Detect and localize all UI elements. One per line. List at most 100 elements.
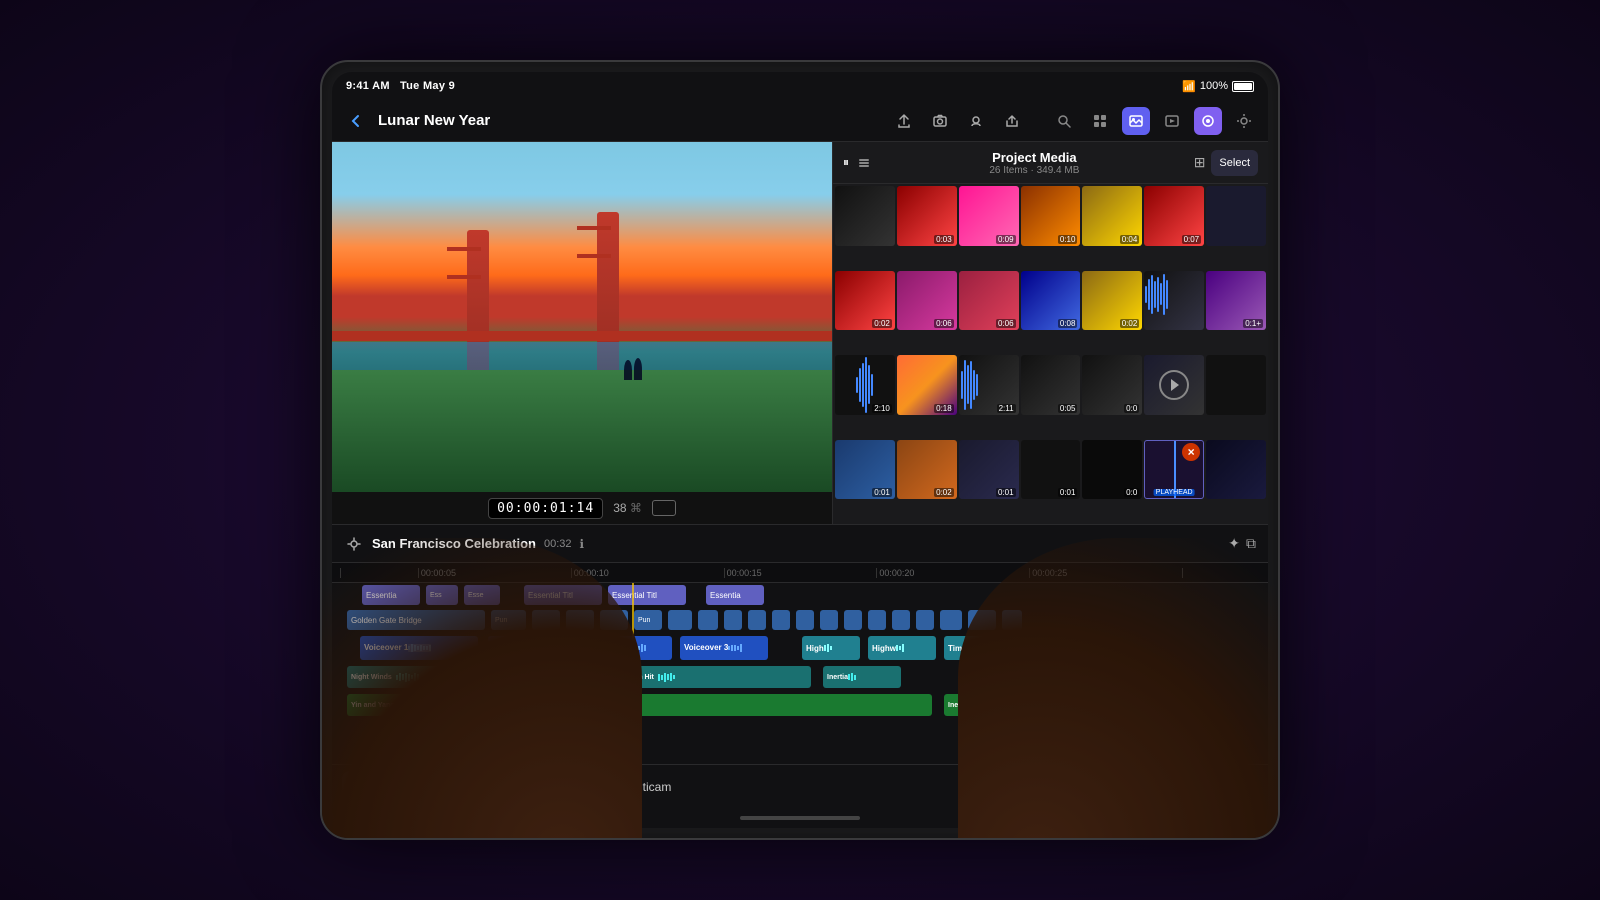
camera-button[interactable] — [926, 107, 954, 135]
media-thumb[interactable]: 0:01 — [1021, 440, 1081, 500]
ruler-mark: 00:00:20 — [876, 568, 1029, 578]
home-bar[interactable] — [740, 816, 860, 820]
media-thumb[interactable]: 0:0 — [1082, 355, 1142, 415]
media-thumb[interactable]: 0:01 — [835, 440, 895, 500]
photos-button[interactable] — [1122, 107, 1150, 135]
video-clip[interactable] — [892, 610, 910, 630]
title-clip[interactable]: Esse — [464, 585, 500, 605]
voiceover-clip[interactable]: Voiceover 3 — [680, 636, 768, 660]
volume-tab[interactable]: ◎ Volume — [424, 771, 508, 803]
grid-button[interactable] — [1086, 107, 1114, 135]
video-clip[interactable] — [724, 610, 742, 630]
media-thumb[interactable]: 0:08 — [1021, 271, 1081, 331]
media-thumb[interactable]: 0:0 — [1082, 440, 1142, 500]
video-clip[interactable] — [600, 610, 628, 630]
voiceover-button[interactable] — [962, 107, 990, 135]
audio-clip[interactable]: High — [802, 636, 860, 660]
export-button[interactable] — [998, 107, 1026, 135]
video-clip[interactable] — [916, 610, 934, 630]
media-thumb[interactable]: 0:03 — [897, 186, 957, 246]
audio-clip[interactable]: Time Piece — [944, 636, 1062, 660]
grid-view-button[interactable]: ⊞ — [1194, 154, 1206, 171]
media-thumb[interactable]: 2:11 — [959, 355, 1019, 415]
magic-movie-button[interactable]: ✦ — [1228, 535, 1240, 552]
video-clip[interactable] — [968, 610, 996, 630]
video-clip[interactable] — [844, 610, 862, 630]
media-thumb[interactable]: 0:02 — [897, 440, 957, 500]
video-clip[interactable] — [868, 610, 886, 630]
voiceover-clip[interactable]: Voiceover 1 — [360, 636, 478, 660]
delete-button[interactable] — [1232, 774, 1258, 800]
timeline-overflow-button[interactable]: ⧉ — [1246, 535, 1256, 552]
add-marker-button[interactable] — [1096, 774, 1122, 800]
settings-button[interactable] — [1230, 107, 1258, 135]
undo-button[interactable] — [1130, 774, 1156, 800]
sfx-clip[interactable]: Night Winds — [347, 666, 599, 688]
inspect-tab[interactable]: ☰ Inspect — [342, 771, 424, 803]
sfx-clip[interactable]: Whoosh Hit — [611, 666, 811, 688]
video-clip[interactable] — [772, 610, 790, 630]
multicam-tab[interactable]: ⊞ Multicam — [594, 771, 685, 803]
title-clip[interactable]: Essential Titl — [608, 585, 686, 605]
video-clip[interactable] — [940, 610, 962, 630]
media-thumb[interactable] — [835, 186, 895, 246]
media-thumb[interactable]: 0:1+ — [1206, 271, 1266, 331]
media-thumb[interactable]: 2:10 — [835, 355, 895, 415]
zoom-control[interactable] — [652, 500, 676, 516]
animate-tab[interactable]: ◈ Animate — [508, 771, 594, 803]
select-button[interactable]: Select — [1211, 150, 1258, 176]
media-thumb[interactable] — [1144, 271, 1204, 331]
animate-label: Animate — [536, 780, 580, 794]
video-clip[interactable]: Pun — [491, 610, 526, 630]
sfx-clip[interactable]: Inertia — [823, 666, 901, 688]
search-button[interactable] — [1050, 107, 1078, 135]
video-clip[interactable] — [748, 610, 766, 630]
media-thumb[interactable] — [1206, 440, 1266, 500]
timeline-area: San Francisco Celebration 00:32 ℹ ✦ ⧉ 00… — [332, 524, 1268, 764]
media-thumb-playhead[interactable]: PLAYHEAD × — [1144, 440, 1204, 500]
voiceover-clip[interactable]: Voiceover 2 — [584, 636, 672, 660]
media-thumb[interactable]: 0:09 — [959, 186, 1019, 246]
media-button[interactable] — [1158, 107, 1186, 135]
video-clip[interactable] — [1002, 610, 1022, 630]
video-clip[interactable] — [532, 610, 560, 630]
title-clip[interactable]: Essentia — [362, 585, 420, 605]
split-button[interactable] — [1164, 774, 1190, 800]
media-thumb[interactable] — [1206, 186, 1266, 246]
title-track: Essentia Ess Esse Essential Titl Essenti… — [332, 583, 1268, 607]
title-clip[interactable]: Essentia — [706, 585, 764, 605]
media-thumb[interactable]: 0:02 — [1082, 271, 1142, 331]
media-thumb[interactable]: 0:06 — [897, 271, 957, 331]
audio-clip[interactable]: Highw — [868, 636, 936, 660]
back-button[interactable] — [342, 107, 370, 135]
share-button[interactable] — [890, 107, 918, 135]
media-thumb[interactable]: 0:05 — [1021, 355, 1081, 415]
media-thumb[interactable]: 0:02 — [835, 271, 895, 331]
pause-button[interactable]: ⏸ — [843, 155, 849, 170]
title-clip[interactable]: Essential Titl — [524, 585, 602, 605]
video-clip[interactable]: Pun — [634, 610, 662, 630]
music-clip[interactable]: Inertia — [944, 694, 1122, 716]
title-clip[interactable]: Ess — [426, 585, 458, 605]
music-clip[interactable]: Yin and Yang — [347, 694, 932, 716]
media-thumb[interactable]: 0:06 — [959, 271, 1019, 331]
trim-button[interactable] — [1198, 774, 1224, 800]
video-clip[interactable]: Golden Gate Bridge — [347, 610, 485, 630]
voiceover-clip[interactable]: Voiceover 2 — [488, 636, 576, 660]
video-clip[interactable] — [668, 610, 692, 630]
media-thumb[interactable]: 0:04 — [1082, 186, 1142, 246]
video-clip[interactable] — [698, 610, 718, 630]
media-thumb[interactable] — [1206, 355, 1266, 415]
timeline-info-button[interactable]: ℹ — [580, 537, 585, 551]
effects-button[interactable] — [1194, 107, 1222, 135]
media-thumb[interactable]: 0:01 — [959, 440, 1019, 500]
media-thumb[interactable]: 0:10 — [1021, 186, 1081, 246]
media-thumb[interactable] — [1144, 355, 1204, 415]
media-thumb[interactable]: 0:18 — [897, 355, 957, 415]
video-clip[interactable] — [566, 610, 594, 630]
timeline-settings-icon[interactable] — [344, 534, 364, 554]
list-icon — [857, 156, 871, 170]
video-clip[interactable] — [796, 610, 814, 630]
video-clip[interactable] — [820, 610, 838, 630]
media-thumb[interactable]: 0:07 — [1144, 186, 1204, 246]
